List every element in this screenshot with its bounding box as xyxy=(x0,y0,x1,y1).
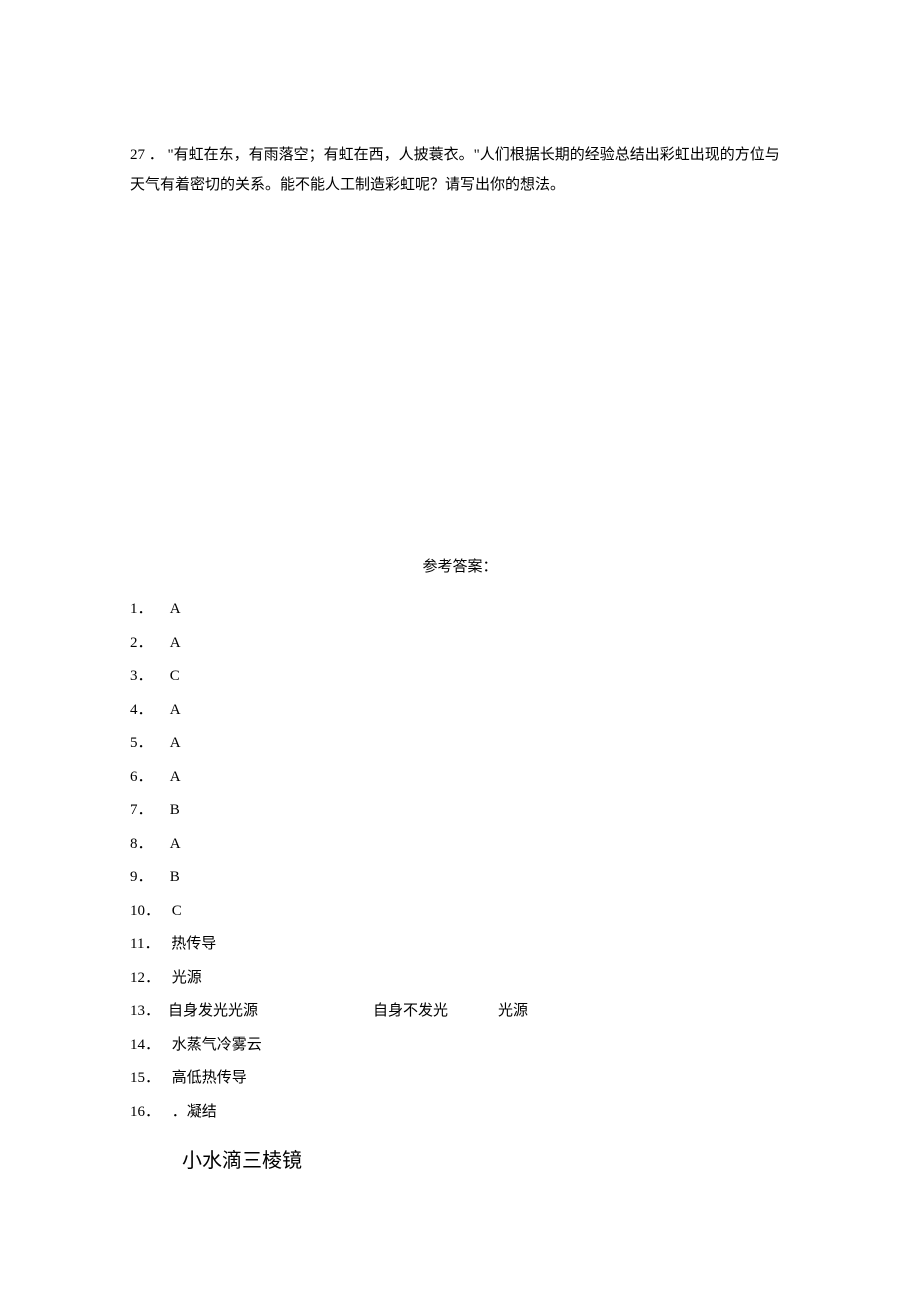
answer-value: 光源 xyxy=(172,970,202,986)
answer-9: 9． B xyxy=(130,862,790,894)
answer-3: 3． C xyxy=(130,661,790,693)
answer-value: B xyxy=(170,869,180,885)
gap xyxy=(448,996,498,1028)
answer-1: 1． A xyxy=(130,594,790,626)
answer-number: 8． xyxy=(130,829,158,861)
answer-number: 1． xyxy=(130,594,158,626)
answer-number: 3． xyxy=(130,661,158,693)
answer-value: A xyxy=(170,702,181,718)
answer-value: ．凝结 xyxy=(172,1104,217,1120)
answer-value: A xyxy=(170,601,181,617)
answer-14: 14． 水蒸气冷雾云 xyxy=(130,1030,790,1062)
answer-number: 7． xyxy=(130,795,158,827)
answer-value: B xyxy=(170,802,180,818)
answer-number: 11． xyxy=(130,929,159,961)
question-number: 27 ． xyxy=(130,147,164,163)
answer-value: A xyxy=(170,836,181,852)
answer-number: 9． xyxy=(130,862,158,894)
answer-value: A xyxy=(170,635,181,651)
answer-value-part3: 光源 xyxy=(498,996,528,1028)
answer-number: 4． xyxy=(130,695,158,727)
answer-value: 水蒸气冷雾云 xyxy=(172,1037,262,1053)
answer-13: 13． 自身发光光源 自身不发光 光源 xyxy=(130,996,790,1028)
answer-number: 10． xyxy=(130,896,160,928)
answer-key-header: 参考答案： xyxy=(130,555,790,576)
page-content: 27 ． "有虹在东，有雨落空；有虹在西，人披蓑衣。"人们根据长期的经验总结出彩… xyxy=(0,0,920,1182)
answer-12: 12． 光源 xyxy=(130,963,790,995)
answer-6: 6． A xyxy=(130,762,790,794)
answer-5: 5． A xyxy=(130,728,790,760)
answer-value: A xyxy=(170,769,181,785)
answer-4: 4． A xyxy=(130,695,790,727)
answer-number: 2． xyxy=(130,628,158,660)
answer-value: C xyxy=(170,668,180,684)
answer-8: 8． A xyxy=(130,829,790,861)
answer-list: 1． A 2． A 3． C 4． A 5． A 6． A 7． B 8． xyxy=(130,594,790,1182)
question-27: 27 ． "有虹在东，有雨落空；有虹在西，人披蓑衣。"人们根据长期的经验总结出彩… xyxy=(130,140,790,200)
answer-7: 7． B xyxy=(130,795,790,827)
answer-11: 11． 热传导 xyxy=(130,929,790,961)
answer-number: 15． xyxy=(130,1063,160,1095)
gap xyxy=(258,996,373,1028)
answer-value: A xyxy=(170,735,181,751)
answer-10: 10． C xyxy=(130,896,790,928)
answer-number: 14． xyxy=(130,1030,160,1062)
answer-number: 5． xyxy=(130,728,158,760)
answer-value: 热传导 xyxy=(171,936,216,952)
answer-value-part1: 自身发光光源 xyxy=(168,996,258,1028)
answer-16: 16． ．凝结 xyxy=(130,1097,790,1129)
answer-15: 15． 高低热传导 xyxy=(130,1063,790,1095)
answer-value-part2: 自身不发光 xyxy=(373,996,448,1028)
answer-number: 16． xyxy=(130,1097,160,1129)
answer-number: 12． xyxy=(130,963,160,995)
answer-value: 高低热传导 xyxy=(172,1070,247,1086)
answer-number: 13． xyxy=(130,996,160,1028)
answer-number: 6． xyxy=(130,762,158,794)
answer-value: C xyxy=(172,903,182,919)
question-text: "有虹在东，有雨落空；有虹在西，人披蓑衣。"人们根据长期的经验总结出彩虹出现的方… xyxy=(130,147,780,193)
emphasis-text: 小水滴三棱镜 xyxy=(182,1140,790,1182)
answer-2: 2． A xyxy=(130,628,790,660)
